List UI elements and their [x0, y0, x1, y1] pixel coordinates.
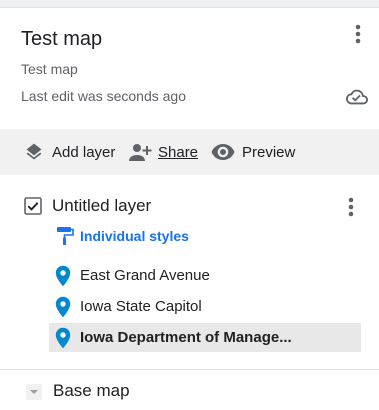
- layer-header: Untitled layer: [0, 191, 379, 223]
- layer-options-button[interactable]: [339, 195, 363, 219]
- arrow-drop-down-icon: [26, 384, 42, 400]
- person-add-icon: [129, 144, 152, 161]
- feature-item-iowa-state-capitol[interactable]: Iowa State Capitol: [49, 292, 361, 321]
- map-pin-icon: [55, 327, 71, 348]
- feature-label: Iowa State Capitol: [80, 298, 202, 315]
- checkbox-checked-icon[interactable]: [24, 197, 42, 215]
- feature-item-iowa-department-of-management[interactable]: Iowa Department of Manage...: [49, 323, 361, 352]
- share-label: Share: [158, 143, 199, 161]
- base-map-label: Base map: [53, 381, 130, 400]
- last-edit-status: Last edit was seconds ago: [21, 88, 186, 104]
- layers-icon: [26, 143, 42, 160]
- eye-icon: [211, 144, 235, 160]
- feature-item-east-grand-avenue[interactable]: East Grand Avenue: [49, 261, 361, 290]
- more-vert-icon: [355, 24, 361, 44]
- section-divider: [0, 369, 379, 370]
- map-pin-icon: [55, 265, 71, 286]
- layer-name[interactable]: Untitled layer: [52, 196, 151, 216]
- feature-label: East Grand Avenue: [80, 267, 210, 284]
- map-options-button[interactable]: [346, 22, 370, 46]
- preview-label: Preview: [242, 143, 296, 161]
- map-canvas-edge: [0, 0, 379, 8]
- map-pin-icon: [55, 296, 71, 317]
- paint-roller-icon: [57, 227, 74, 245]
- map-description[interactable]: Test map: [21, 61, 78, 77]
- feature-label: Iowa Department of Manage...: [80, 329, 292, 346]
- cloud-done-icon: [346, 89, 368, 105]
- map-title[interactable]: Test map: [21, 28, 102, 51]
- layer-toolbar: Add layer Share Preview: [0, 129, 379, 175]
- more-vert-icon: [348, 197, 354, 217]
- add-layer-label: Add layer: [52, 143, 116, 161]
- map-legend-panel: Test map Test map Last edit was seconds …: [0, 8, 379, 410]
- individual-styles-link[interactable]: Individual styles: [56, 225, 189, 247]
- share-button[interactable]: Share: [128, 129, 198, 175]
- individual-styles-label: Individual styles: [80, 228, 189, 244]
- base-map-toggle[interactable]: Base map: [0, 376, 379, 406]
- add-layer-button[interactable]: Add layer: [24, 129, 115, 175]
- preview-button[interactable]: Preview: [211, 129, 295, 175]
